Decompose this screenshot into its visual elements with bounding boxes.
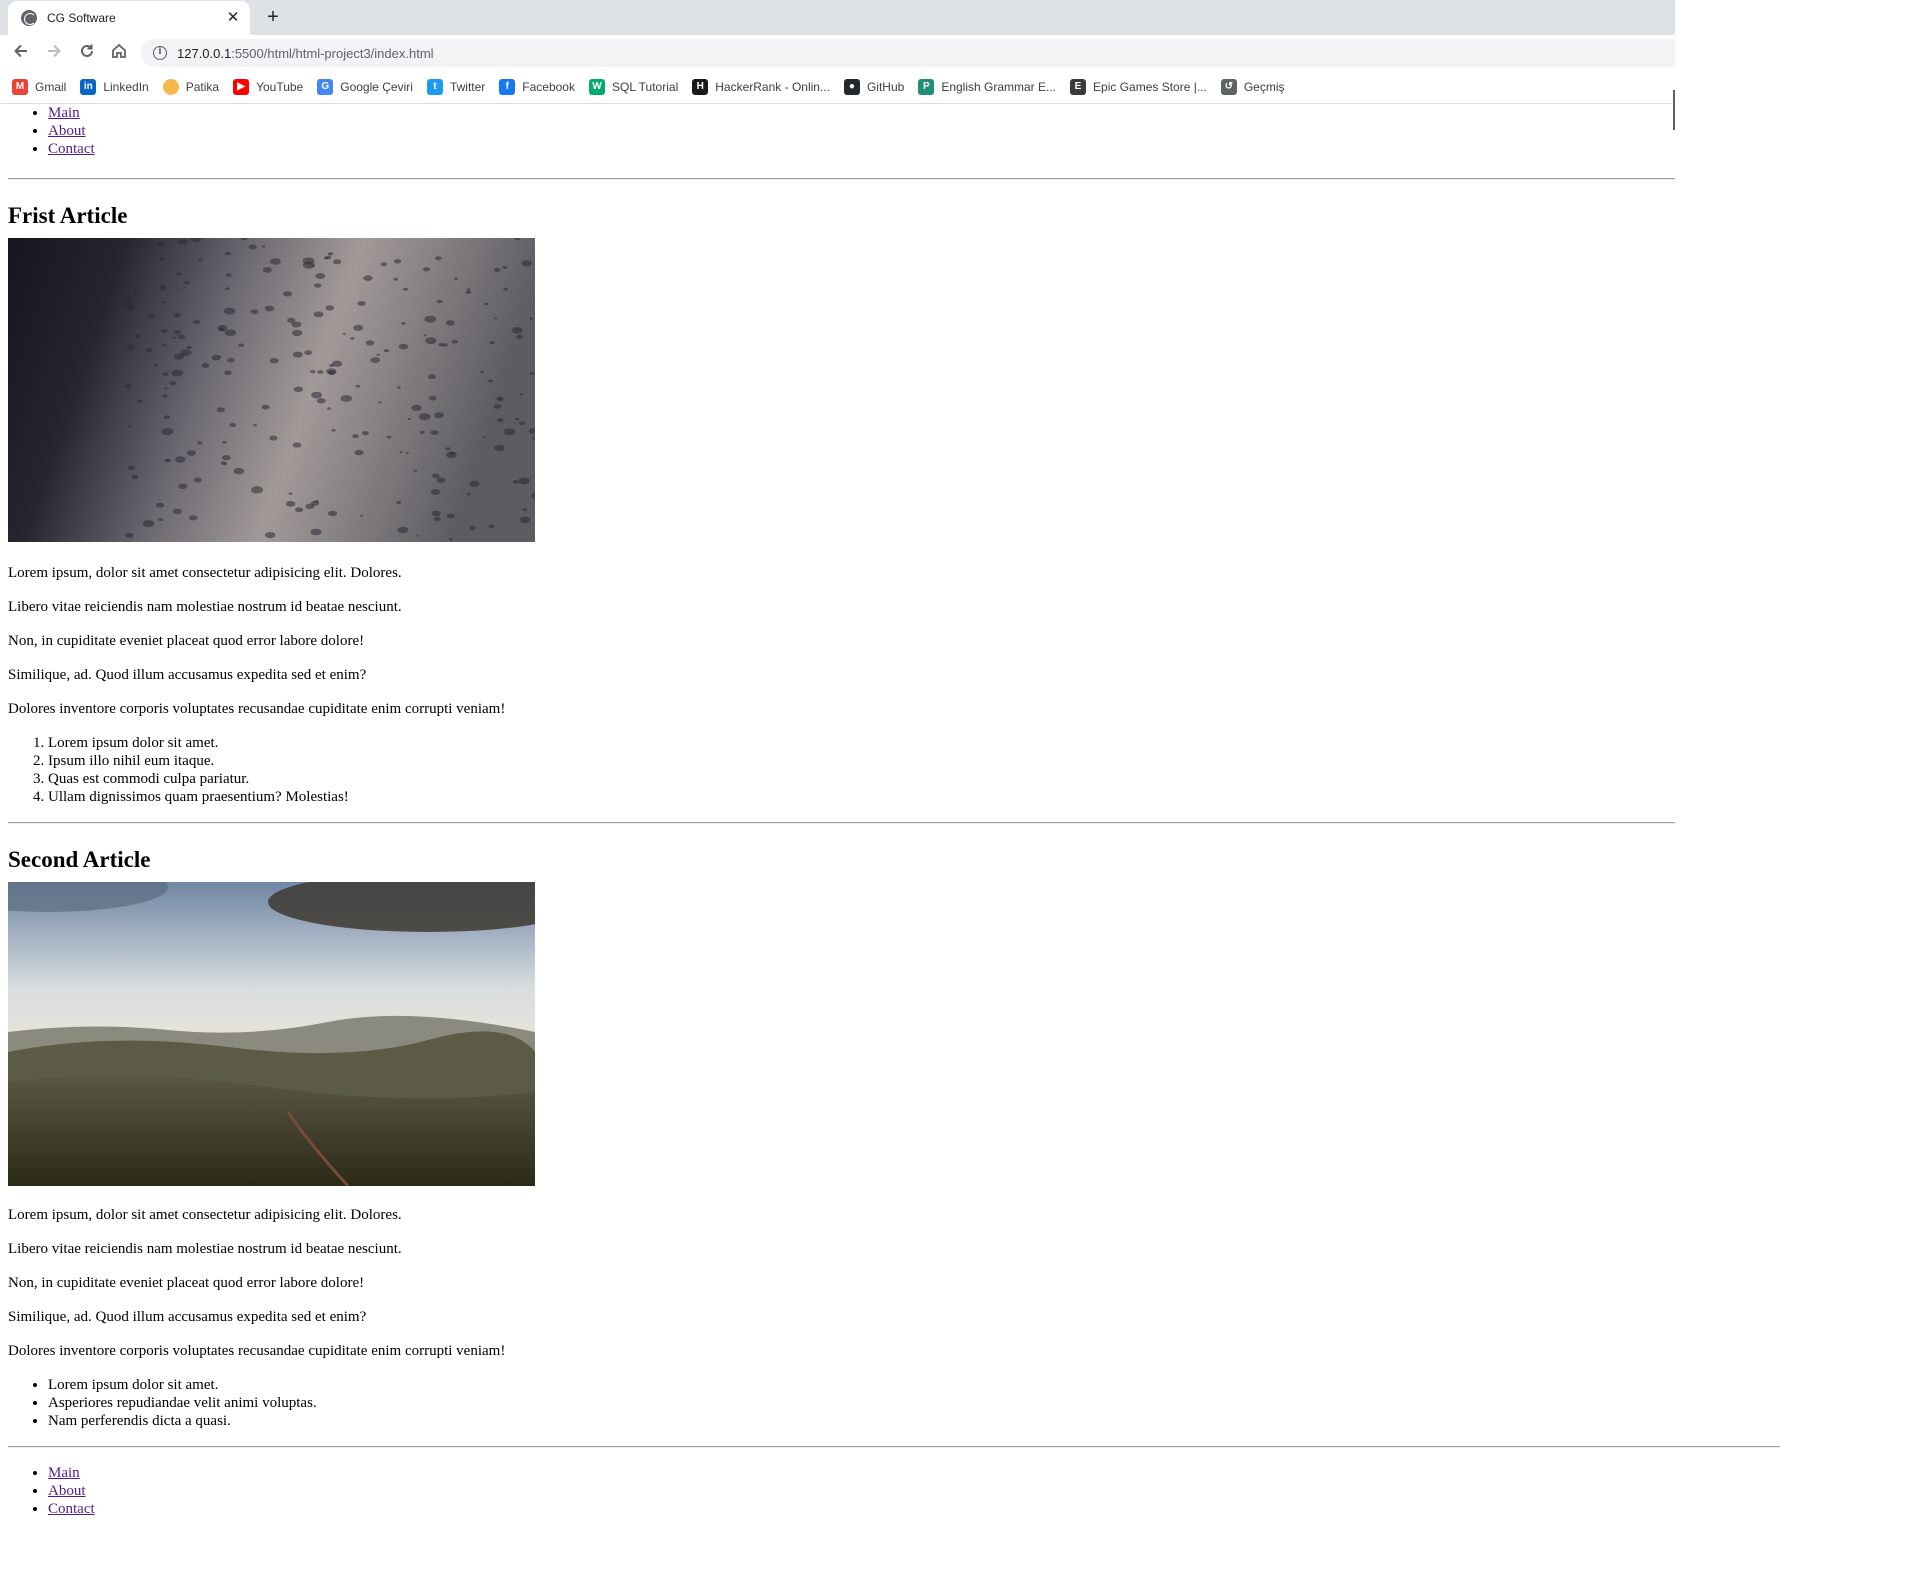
patika-icon: [162, 78, 179, 95]
list-item: Quas est commodi culpa pariatur.: [48, 770, 1675, 788]
article-paragraph: Similique, ad. Quod illum accusamus expe…: [8, 1309, 367, 1325]
article-paragraph: Dolores inventore corporis voluptates re…: [8, 1343, 506, 1359]
article-paragraph: Libero vitae reiciendis nam molestiae no…: [8, 1241, 402, 1257]
bookmark-item[interactable]: M Gmail: [12, 78, 67, 95]
footer-nav: Main About Contact: [8, 1464, 1675, 1518]
articles: Frist Article Lorem ipsum, dolor sit ame…: [8, 180, 1675, 1446]
bookmark-item[interactable]: f Facebook: [499, 78, 575, 95]
bookmark-label: Facebook: [522, 79, 575, 94]
bookmark-item[interactable]: t Twitter: [426, 78, 486, 95]
bookmark-item[interactable]: W SQL Tutorial: [588, 78, 679, 95]
url-text: 127.0.0.1:5500/html/html-project3/index.…: [177, 45, 434, 61]
bookmarks-bar: M Gmail in LinkedIn Patika ▶ YouTube G Google Çe…: [0, 70, 1675, 104]
bookmark-item[interactable]: in LinkedIn: [80, 78, 149, 95]
bookmark-label: Twitter: [449, 79, 486, 94]
nav-link-main[interactable]: Main: [48, 105, 80, 121]
mountain-landscape-photo: [8, 882, 1675, 1186]
bookmark-label: Geçmiş: [1243, 79, 1285, 94]
bookmark-label: SQL Tutorial: [611, 79, 679, 94]
list-item: Lorem ipsum dolor sit amet.: [48, 734, 1675, 752]
nav-item: Contact: [48, 1500, 1675, 1518]
nav-link-contact[interactable]: Contact: [48, 141, 95, 157]
bookmark-item[interactable]: H HackerRank - Onlin...: [692, 78, 830, 95]
youtube-icon: ▶: [233, 78, 250, 95]
bookmark-item[interactable]: G Google Çeviri: [317, 78, 413, 95]
hackerrank-icon: H: [692, 78, 709, 95]
bookmark-label: GitHub: [866, 79, 905, 94]
bookmark-label: Epic Games Store |...: [1093, 79, 1207, 94]
globe-icon: [21, 10, 37, 26]
list-item: Nam perferendis dicta a quasi.: [48, 1412, 1675, 1430]
article-paragraph: Similique, ad. Quod illum accusamus expe…: [8, 667, 367, 683]
address-bar[interactable]: i 127.0.0.1:5500/html/html-project3/inde…: [141, 39, 1675, 67]
site-info-icon[interactable]: i: [153, 46, 167, 60]
wet-surface-photo: [8, 238, 1675, 542]
article: Second Article Lorem ipsum, dolor sit am…: [8, 822, 1675, 1446]
nav-item: Contact: [48, 140, 1675, 158]
google-translate-icon: G: [317, 78, 334, 95]
back-arrow-icon[interactable]: [10, 42, 32, 64]
bookmark-label: English Grammar E...: [941, 79, 1057, 94]
article-title: Second Article: [8, 847, 151, 872]
ordered-list: Lorem ipsum dolor sit amet.Ipsum illo ni…: [8, 734, 1675, 806]
unordered-list: Lorem ipsum dolor sit amet.Asperiores re…: [8, 1376, 1675, 1430]
bookmark-label: Gmail: [35, 79, 67, 94]
close-tab-icon[interactable]: ✕: [224, 9, 242, 27]
nav-item: About: [48, 1482, 1675, 1500]
bookmark-label: LinkedIn: [103, 79, 149, 94]
nav-link-about[interactable]: About: [48, 1483, 86, 1499]
tab-title: CG Software: [47, 11, 116, 25]
tab-strip: CG Software ✕ +: [0, 0, 1675, 35]
grammar-icon: P: [918, 78, 935, 95]
nav-link-contact[interactable]: Contact: [48, 1501, 95, 1517]
bookmark-label: Google Çeviri: [340, 79, 413, 94]
history-icon: ↺: [1220, 78, 1237, 95]
bookmark-label: YouTube: [256, 79, 304, 94]
list-item: Ullam dignissimos quam praesentium? Mole…: [48, 788, 1675, 806]
bookmark-item[interactable]: ● GitHub: [843, 78, 905, 95]
bookmark-item[interactable]: P English Grammar E...: [918, 78, 1057, 95]
reload-icon[interactable]: [76, 42, 98, 64]
article-paragraph: Lorem ipsum, dolor sit amet consectetur …: [8, 565, 402, 581]
browser-chrome: CG Software ✕ + i 127.0.0.1:5500/html/ht…: [0, 0, 1675, 104]
forward-arrow-icon[interactable]: [43, 42, 65, 64]
nav-link-about[interactable]: About: [48, 123, 86, 139]
article-title: Frist Article: [8, 203, 128, 228]
nav-item: Main: [48, 1464, 1675, 1482]
w3schools-icon: W: [588, 78, 605, 95]
browser-toolbar: i 127.0.0.1:5500/html/html-project3/inde…: [0, 35, 1675, 70]
bookmark-label: HackerRank - Onlin...: [715, 79, 830, 94]
nav-link-main[interactable]: Main: [48, 1465, 80, 1481]
browser-tab[interactable]: CG Software ✕: [8, 1, 250, 35]
article: Frist Article Lorem ipsum, dolor sit ame…: [8, 180, 1675, 822]
facebook-icon: f: [499, 78, 516, 95]
nav-item: About: [48, 122, 1675, 140]
twitter-icon: t: [426, 78, 443, 95]
article-paragraph: Dolores inventore corporis voluptates re…: [8, 701, 506, 717]
bookmark-item[interactable]: Patika: [162, 78, 220, 95]
article-paragraph: Lorem ipsum, dolor sit amet consectetur …: [8, 1207, 402, 1223]
bookmark-label: Patika: [185, 79, 220, 94]
list-item: Asperiores repudiandae velit animi volup…: [48, 1394, 1675, 1412]
linkedin-icon: in: [80, 78, 97, 95]
list-item: Lorem ipsum dolor sit amet.: [48, 1376, 1675, 1394]
article-paragraph: Libero vitae reiciendis nam molestiae no…: [8, 599, 402, 615]
list-item: Ipsum illo nihil eum itaque.: [48, 752, 1675, 770]
scrollbar-thumb[interactable]: [1673, 90, 1675, 130]
gmail-icon: M: [12, 78, 28, 95]
bookmark-item[interactable]: ↺ Geçmiş: [1220, 78, 1285, 95]
new-tab-button[interactable]: +: [262, 6, 284, 28]
bookmark-item[interactable]: ▶ YouTube: [233, 78, 304, 95]
home-icon[interactable]: [108, 42, 130, 64]
article-paragraph: Non, in cupiditate eveniet placeat quod …: [8, 1275, 365, 1291]
bookmark-item[interactable]: E Epic Games Store |...: [1070, 78, 1207, 95]
nav-item: Main: [48, 104, 1675, 122]
page-content: Main About Contact Frist Article Lorem ips…: [0, 104, 1780, 1518]
github-icon: ●: [843, 78, 860, 95]
epic-games-icon: E: [1070, 78, 1087, 95]
top-nav: Main About Contact: [8, 104, 1675, 158]
article-paragraph: Non, in cupiditate eveniet placeat quod …: [8, 633, 365, 649]
